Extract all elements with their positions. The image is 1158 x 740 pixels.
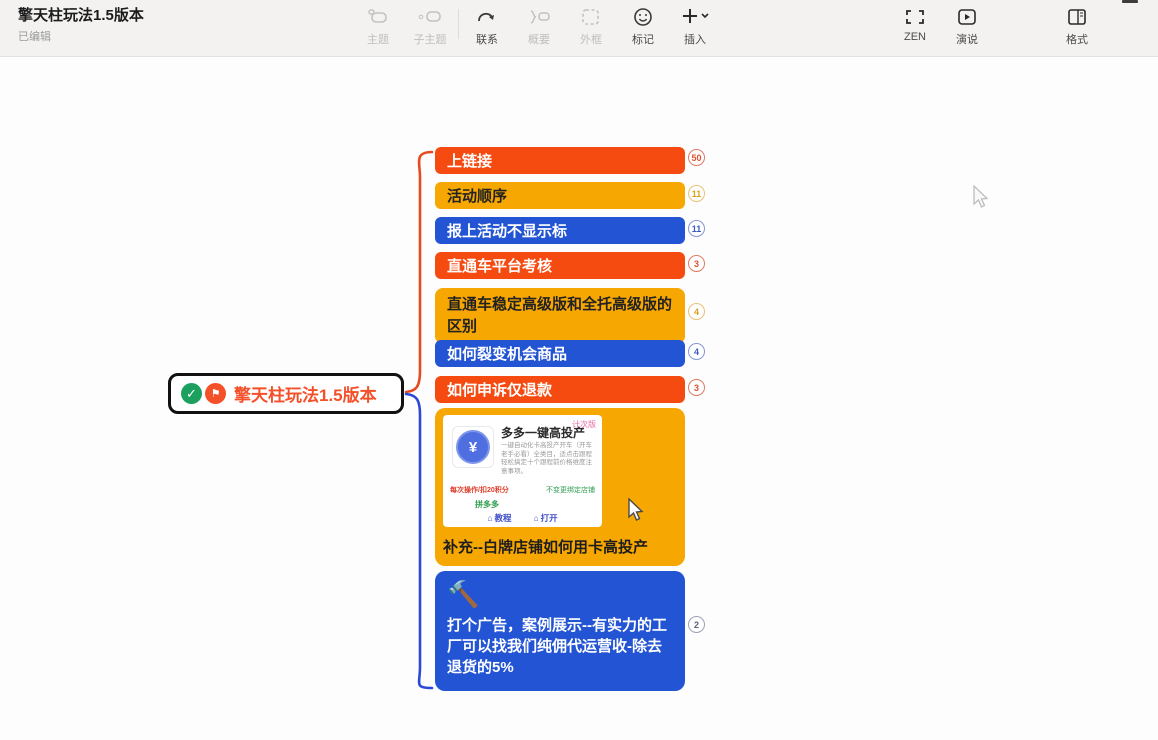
summary-button[interactable]: 概要 [513, 5, 565, 47]
task-done-icon[interactable]: ✓ [181, 383, 202, 404]
zen-brackets-icon [904, 5, 926, 29]
count-badge[interactable]: 50 [688, 149, 705, 166]
card-version-tag: 计次版 [572, 419, 596, 430]
insert-plus-icon [680, 5, 710, 29]
marker-smiley-icon [633, 5, 653, 29]
present-button[interactable]: 演说 [941, 5, 993, 47]
topic-label: 如何申诉仅退款 [447, 379, 552, 400]
count-badge[interactable]: 3 [688, 379, 705, 396]
count-badge[interactable]: 4 [688, 343, 705, 360]
topic-node-shanglianjie[interactable]: 上链接 [435, 147, 685, 174]
card-description: 一键自动化卡高投产开车（开车老手必看）全类目，适点击跟程轻松搞定十个跟程前价格维… [501, 442, 596, 476]
ghost-cursor [972, 185, 992, 211]
window-handle-dash [1122, 0, 1138, 3]
format-button[interactable]: 格式 [1051, 5, 1103, 47]
boundary-icon [581, 5, 601, 29]
card-cost-note: 每次操作/扣20积分 [450, 485, 509, 495]
count-badge[interactable]: 2 [688, 616, 705, 633]
house-icon: ⌂ [534, 513, 539, 523]
topic-node-guanggao[interactable]: 🔨 打个广告，案例展示--有实力的工厂可以找我们纯佣代运营收-除去退货的5% [435, 571, 685, 691]
toolbar-separator [458, 9, 459, 39]
subtopic-button[interactable]: 子主题 [404, 5, 456, 47]
topic-label: 直通车稳定高级版和全托高级版的区别 [447, 296, 672, 335]
card-brand: 拼多多 [475, 499, 499, 510]
yuan-cycle-icon: ¥ [456, 430, 490, 464]
topic-node-huodongshunxu[interactable]: 活动顺序 [435, 182, 685, 209]
card-bind-note: 不变更绑定店铺 [546, 485, 595, 495]
summary-icon [527, 5, 551, 29]
insert-button[interactable]: 插入 [669, 5, 721, 47]
topic-label: 补充--白牌店铺如何用卡高投产 [443, 536, 677, 557]
topic-label: 报上活动不显示标 [447, 220, 567, 241]
zen-mode-button[interactable]: ZEN [889, 5, 941, 43]
topic-node-buchong[interactable]: ¥ 多多一键高投产 计次版 一键自动化卡高投产开车（开车老手必看）全类目，适点击… [435, 408, 685, 566]
topic-label: 打个广告，案例展示--有实力的工厂可以找我们纯佣代运营收-除去退货的5% [447, 615, 673, 678]
topic-label: 上链接 [447, 150, 492, 171]
subtopic-icon [417, 5, 443, 29]
flag-icon[interactable]: ⚑ [205, 383, 226, 404]
relationship-icon [476, 5, 498, 29]
house-icon: ⌂ [487, 513, 492, 523]
topic-node-baoshanghuodong[interactable]: 报上活动不显示标 [435, 217, 685, 244]
open-button[interactable]: ⌂打开 [534, 512, 558, 524]
embedded-screenshot[interactable]: ¥ 多多一键高投产 计次版 一键自动化卡高投产开车（开车老手必看）全类目，适点击… [443, 415, 602, 527]
play-icon [957, 5, 977, 29]
relationship-button[interactable]: 联系 [461, 5, 513, 47]
count-badge[interactable]: 11 [688, 220, 705, 237]
count-badge[interactable]: 4 [688, 303, 705, 320]
topic-node-shensu[interactable]: 如何申诉仅退款 [435, 376, 685, 403]
count-badge[interactable]: 3 [688, 255, 705, 272]
central-topic-node[interactable]: ✓ ⚑ 擎天柱玩法1.5版本 [168, 373, 404, 414]
boundary-button[interactable]: 外框 [565, 5, 617, 47]
format-panel-icon [1067, 5, 1087, 29]
central-topic-label: 擎天柱玩法1.5版本 [234, 381, 377, 406]
topic-icon [367, 5, 389, 29]
gavel-emoji-icon: 🔨 [447, 579, 673, 609]
topic-label: 如何裂变机会商品 [447, 343, 567, 364]
count-badge[interactable]: 11 [688, 185, 705, 202]
document-meta: 擎天柱玩法1.5版本 已编辑 [18, 6, 144, 44]
mindmap-canvas[interactable]: ✓ ⚑ 擎天柱玩法1.5版本 上链接 活动顺序 报上活动不显示标 直通车平台考核… [0, 57, 1158, 740]
topic-node-liebian[interactable]: 如何裂变机会商品 [435, 340, 685, 367]
topic-node-zhitongche-qubie[interactable]: 直通车稳定高级版和全托高级版的区别 [435, 288, 685, 344]
top-toolbar: 擎天柱玩法1.5版本 已编辑 主题 子主题 联系 概要 [0, 0, 1158, 57]
app-icon-frame: ¥ [452, 426, 494, 468]
document-title: 擎天柱玩法1.5版本 [18, 6, 144, 25]
topic-button[interactable]: 主题 [352, 5, 404, 47]
topic-label: 活动顺序 [447, 185, 507, 206]
marker-button[interactable]: 标记 [617, 5, 669, 47]
document-status: 已编辑 [18, 28, 144, 44]
topic-node-zhitongche-kaohe[interactable]: 直通车平台考核 [435, 252, 685, 279]
topic-label: 直通车平台考核 [447, 255, 552, 276]
tutorial-button[interactable]: ⌂教程 [487, 512, 511, 524]
